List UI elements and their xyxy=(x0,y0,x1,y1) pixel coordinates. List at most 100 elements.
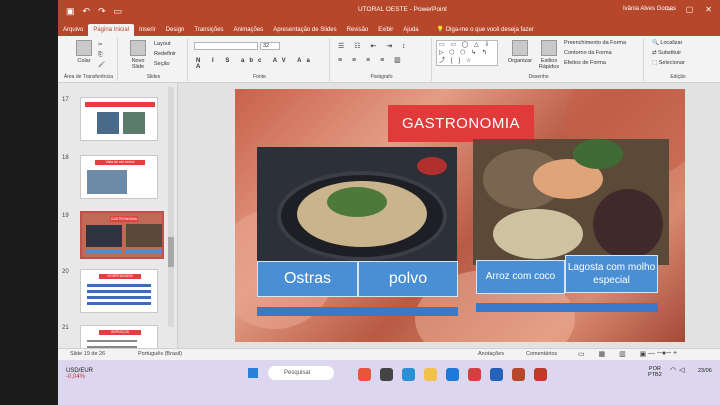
caption-ostras[interactable]: Ostras xyxy=(257,261,358,297)
herbs-shape xyxy=(327,187,387,217)
tab-ajuda[interactable]: Ajuda xyxy=(398,24,423,36)
font-name-field[interactable] xyxy=(194,42,258,50)
thumb-image xyxy=(97,112,119,134)
comments-button[interactable]: Comentários xyxy=(526,351,557,357)
thumbnails-scrollbar[interactable] xyxy=(168,87,174,327)
tab-pagina-inicial[interactable]: Página Inicial xyxy=(88,24,135,36)
volume-icon[interactable]: ◁ xyxy=(679,367,687,374)
bezel xyxy=(0,0,58,405)
find-button[interactable]: 🔍 Localizar xyxy=(652,40,682,46)
slide-thumbnail-18[interactable]: Vista de um trecho xyxy=(80,155,158,199)
thumb-line xyxy=(87,296,151,299)
slide-thumbnail-19[interactable]: GASTRONOMIA xyxy=(80,211,164,259)
thumb-title: HOSPEDAGEM xyxy=(99,274,141,279)
thumb-caption xyxy=(86,249,122,254)
copy-icon[interactable]: ⎘ xyxy=(98,52,102,59)
task-view-icon[interactable] xyxy=(380,368,393,381)
thumb-number: 21 xyxy=(62,325,69,331)
thumb-line xyxy=(87,284,151,287)
tab-inserir[interactable]: Inserir xyxy=(134,24,161,36)
caption-polvo[interactable]: polvo xyxy=(358,261,458,297)
powerpoint-icon[interactable] xyxy=(512,368,525,381)
font-group-label: Fonte xyxy=(253,74,266,80)
present-icon[interactable]: ▭ xyxy=(114,6,123,17)
reset-button[interactable]: Redefinir xyxy=(154,51,176,57)
paste-label: Colar xyxy=(77,58,91,64)
thumb-number: 18 xyxy=(62,155,69,161)
chrome-icon[interactable] xyxy=(468,368,481,381)
app-icon[interactable] xyxy=(358,368,371,381)
language-switch[interactable]: POR PTB2 xyxy=(648,366,662,378)
notes-button[interactable]: Anotações xyxy=(478,351,504,357)
cut-icon[interactable]: ✂ xyxy=(98,42,103,48)
tab-transicoes[interactable]: Transições xyxy=(189,24,228,36)
thumb-title-bar xyxy=(85,102,155,107)
language-indicator[interactable]: Português (Brasil) xyxy=(138,351,182,357)
wifi-icon[interactable]: ◠ xyxy=(670,367,679,374)
new-slide-button[interactable]: Novo Slide xyxy=(126,40,150,70)
paragraph-group-label: Parágrafo xyxy=(370,74,393,80)
system-tray[interactable]: ◠◁ xyxy=(670,366,688,374)
lightbulb-icon: 💡 xyxy=(436,27,445,33)
slide-title[interactable]: GASTRONOMIA xyxy=(388,105,534,142)
undo-icon[interactable]: ↶ xyxy=(83,6,91,17)
slide-thumbnail-20[interactable]: HOSPEDAGEM xyxy=(80,269,158,313)
tab-animacoes[interactable]: Animações xyxy=(229,24,269,36)
shape-effects-button[interactable]: Efeitos de Forma xyxy=(564,60,606,66)
seafood-rice-photo[interactable] xyxy=(473,139,669,265)
caption-arroz-com-coco[interactable]: Arroz com coco xyxy=(476,260,565,294)
close-icon[interactable]: ✕ xyxy=(705,5,712,14)
thumb-caption xyxy=(126,249,162,254)
slide-thumbnail-17[interactable] xyxy=(80,97,158,141)
redo-icon[interactable]: ↷ xyxy=(98,6,106,17)
tell-me-text: Diga-me o que você deseja fazer xyxy=(445,27,534,33)
tab-apresentacao[interactable]: Apresentação de Slides xyxy=(268,24,341,36)
shapes-gallery[interactable]: ▭ ▭ ◯ △ ⇩ ▷ ⬡ ⬠ ↳ ↰ ⤴ { } ☆ xyxy=(436,40,498,66)
paste-button[interactable]: Colar xyxy=(72,40,96,64)
zoom-slider[interactable]: — ─●─ + xyxy=(648,350,677,357)
maximize-icon[interactable]: ▢ xyxy=(686,5,694,14)
tell-me-box[interactable]: 💡 Diga-me o que você deseja fazer xyxy=(432,24,539,36)
tab-arquivo[interactable]: Arquivo xyxy=(58,24,88,36)
pdf-icon[interactable] xyxy=(534,368,547,381)
replace-icon: ⇄ xyxy=(652,50,657,56)
font-size-field[interactable]: 32 xyxy=(260,42,280,50)
section-button[interactable]: Seção xyxy=(154,61,170,67)
tab-revisao[interactable]: Revisão xyxy=(342,24,374,36)
windows-start-icon[interactable] xyxy=(248,368,258,378)
slide-canvas[interactable]: GASTRONOMIA Ostras polvo Arroz com coco … xyxy=(235,89,685,342)
slides-group-label: Slides xyxy=(146,74,161,80)
pepper-bowl-shape xyxy=(417,157,447,175)
align-buttons[interactable]: ≡ ≡ ≡ ≡ ▥ xyxy=(338,56,405,64)
view-buttons[interactable]: ▭ ▦ ▥ ▣ xyxy=(578,350,652,358)
store-icon[interactable] xyxy=(446,368,459,381)
select-button[interactable]: ⬚ Selecionar xyxy=(652,60,685,66)
thumb-line xyxy=(87,302,151,305)
tab-exibir[interactable]: Exibir xyxy=(373,24,398,36)
widgets-button[interactable]: USD/EUR -0,04% xyxy=(66,368,93,380)
caption-lagosta[interactable]: Lagosta com molho especial xyxy=(565,255,658,293)
search-placeholder: Pesquisar xyxy=(284,370,311,376)
font-group: 32 N I S abc AV Aa A Fonte xyxy=(190,38,330,81)
layout-button[interactable]: Layout xyxy=(154,41,171,47)
shape-outline-button[interactable]: Contorno da Forma xyxy=(564,50,612,56)
edge-icon[interactable] xyxy=(402,368,415,381)
list-buttons[interactable]: ☰ ☷ ⇤ ⇥ ↕ xyxy=(338,42,410,50)
word-icon[interactable] xyxy=(490,368,503,381)
arrange-label: Organizar xyxy=(507,58,533,64)
select-label: Selecionar xyxy=(658,60,685,66)
oysters-octopus-photo[interactable] xyxy=(257,147,457,265)
scrollbar-thumb[interactable] xyxy=(168,237,174,267)
font-format-buttons[interactable]: N I S abc AV Aa A xyxy=(196,58,329,70)
format-painter-icon[interactable]: 🖌 xyxy=(98,62,105,68)
minimize-icon[interactable]: — xyxy=(666,5,674,14)
tab-design[interactable]: Design xyxy=(161,24,190,36)
taskbar-search-box[interactable]: Pesquisar xyxy=(268,366,334,380)
replace-button[interactable]: ⇄ Substituir xyxy=(652,50,681,56)
clock-date[interactable]: 23/06 xyxy=(698,368,712,374)
arrange-button[interactable]: Organizar xyxy=(506,40,534,64)
shape-fill-button[interactable]: Preenchimento da Forma xyxy=(564,40,626,46)
quick-styles-button[interactable]: Estilos Rápidos xyxy=(536,40,562,70)
save-icon[interactable]: ▣ xyxy=(66,6,75,17)
file-explorer-icon[interactable] xyxy=(424,368,437,381)
